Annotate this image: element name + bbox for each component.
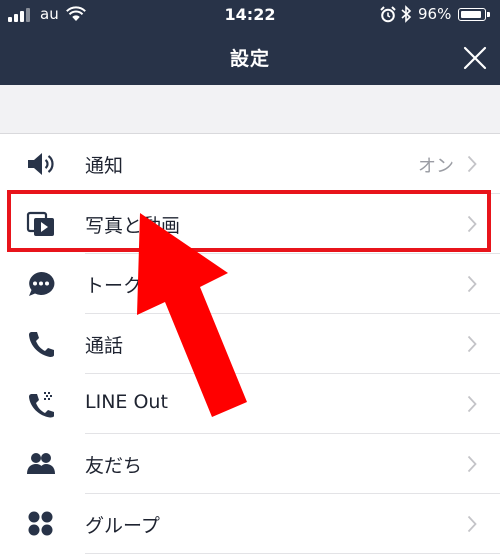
battery-fill: [461, 11, 481, 18]
speaker-icon: [28, 153, 54, 175]
status-bar: au 14:22 96%: [0, 0, 500, 30]
settings-item-notifications[interactable]: 通知 オン: [0, 134, 500, 194]
chevron-right-icon: [467, 275, 477, 293]
settings-item-label: 写真と動画: [85, 215, 181, 237]
settings-item-friends[interactable]: 友だち: [0, 434, 500, 494]
settings-item-groups[interactable]: グループ: [0, 494, 500, 554]
chat-bubble-icon: [29, 271, 55, 296]
settings-item-photos-videos[interactable]: 写真と動画: [0, 194, 500, 254]
chevron-right-icon: [467, 515, 477, 533]
friends-icon: [27, 453, 55, 474]
settings-item-label: LINE Out: [85, 391, 168, 413]
settings-item-label: 通知: [85, 155, 124, 177]
close-icon[interactable]: [462, 45, 488, 71]
battery-icon: [458, 8, 490, 21]
settings-item-label: グループ: [85, 515, 160, 537]
settings-item-label: トーク: [85, 275, 143, 297]
alarm-icon: [380, 6, 396, 23]
battery-percent: 96%: [418, 5, 452, 23]
chevron-right-icon: [467, 155, 477, 173]
settings-item-line-out[interactable]: LINE Out: [0, 374, 500, 434]
settings-item-label: 友だち: [85, 455, 143, 477]
phone-out-icon: [29, 392, 54, 418]
header-bar: au 14:22 96% 設定: [0, 0, 500, 85]
group-icon: [28, 511, 53, 536]
settings-item-value: オン: [418, 156, 454, 177]
settings-item-label: 通話: [85, 335, 124, 357]
settings-list: 通知 オン 写真と動画 トーク 通話 LINE Out 友だち グループ: [0, 133, 500, 554]
settings-item-talk[interactable]: トーク: [0, 254, 500, 314]
bluetooth-icon: [401, 5, 412, 23]
media-icon: [26, 211, 54, 236]
settings-item-calls[interactable]: 通話: [0, 314, 500, 374]
chevron-right-icon: [467, 395, 477, 413]
phone-icon: [29, 332, 54, 357]
chevron-right-icon: [467, 215, 477, 233]
chevron-right-icon: [467, 335, 477, 353]
chevron-right-icon: [467, 455, 477, 473]
page-title: 設定: [229, 48, 270, 70]
